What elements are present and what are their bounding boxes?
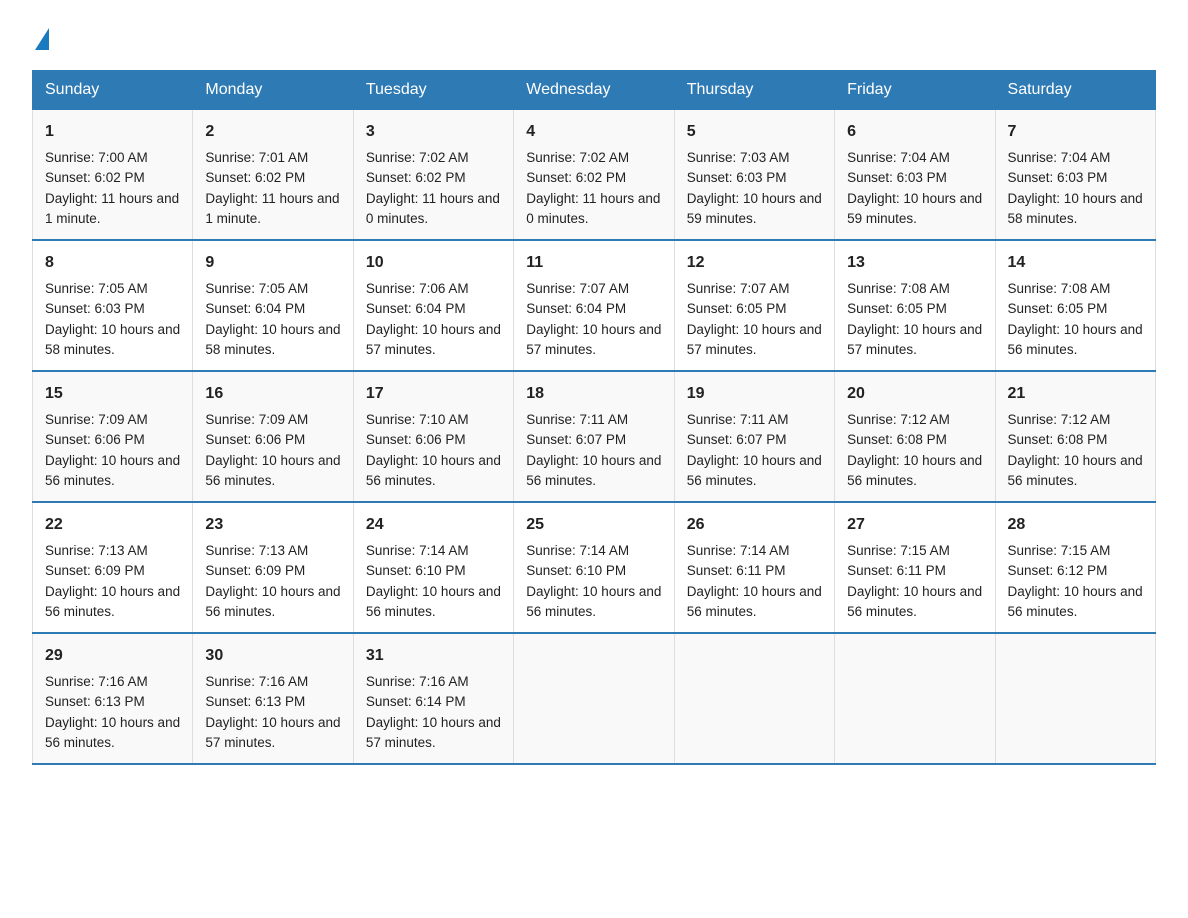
calendar-week-row: 29Sunrise: 7:16 AMSunset: 6:13 PMDayligh… bbox=[33, 633, 1156, 764]
page-header bbox=[32, 24, 1156, 50]
calendar-cell: 9Sunrise: 7:05 AMSunset: 6:04 PMDaylight… bbox=[193, 240, 353, 371]
column-header-sunday: Sunday bbox=[33, 71, 193, 110]
day-number: 13 bbox=[847, 251, 982, 275]
day-number: 6 bbox=[847, 120, 982, 144]
calendar-cell: 16Sunrise: 7:09 AMSunset: 6:06 PMDayligh… bbox=[193, 371, 353, 502]
calendar-cell: 22Sunrise: 7:13 AMSunset: 6:09 PMDayligh… bbox=[33, 502, 193, 633]
day-number: 8 bbox=[45, 251, 180, 275]
calendar-cell: 23Sunrise: 7:13 AMSunset: 6:09 PMDayligh… bbox=[193, 502, 353, 633]
calendar-cell bbox=[835, 633, 995, 764]
day-number: 21 bbox=[1008, 382, 1143, 406]
logo bbox=[32, 24, 49, 50]
day-number: 26 bbox=[687, 513, 822, 537]
calendar-cell: 4Sunrise: 7:02 AMSunset: 6:02 PMDaylight… bbox=[514, 110, 674, 241]
day-number: 11 bbox=[526, 251, 661, 275]
calendar-cell: 17Sunrise: 7:10 AMSunset: 6:06 PMDayligh… bbox=[353, 371, 513, 502]
calendar-cell: 6Sunrise: 7:04 AMSunset: 6:03 PMDaylight… bbox=[835, 110, 995, 241]
day-number: 18 bbox=[526, 382, 661, 406]
calendar-cell: 29Sunrise: 7:16 AMSunset: 6:13 PMDayligh… bbox=[33, 633, 193, 764]
calendar-cell: 5Sunrise: 7:03 AMSunset: 6:03 PMDaylight… bbox=[674, 110, 834, 241]
day-number: 29 bbox=[45, 644, 180, 668]
day-number: 10 bbox=[366, 251, 501, 275]
day-number: 5 bbox=[687, 120, 822, 144]
calendar-week-row: 15Sunrise: 7:09 AMSunset: 6:06 PMDayligh… bbox=[33, 371, 1156, 502]
day-number: 25 bbox=[526, 513, 661, 537]
day-number: 2 bbox=[205, 120, 340, 144]
calendar-table: SundayMondayTuesdayWednesdayThursdayFrid… bbox=[32, 70, 1156, 765]
calendar-cell: 2Sunrise: 7:01 AMSunset: 6:02 PMDaylight… bbox=[193, 110, 353, 241]
column-header-monday: Monday bbox=[193, 71, 353, 110]
calendar-cell: 1Sunrise: 7:00 AMSunset: 6:02 PMDaylight… bbox=[33, 110, 193, 241]
calendar-cell: 30Sunrise: 7:16 AMSunset: 6:13 PMDayligh… bbox=[193, 633, 353, 764]
calendar-cell: 28Sunrise: 7:15 AMSunset: 6:12 PMDayligh… bbox=[995, 502, 1155, 633]
calendar-cell: 18Sunrise: 7:11 AMSunset: 6:07 PMDayligh… bbox=[514, 371, 674, 502]
calendar-cell bbox=[995, 633, 1155, 764]
day-number: 30 bbox=[205, 644, 340, 668]
calendar-cell: 11Sunrise: 7:07 AMSunset: 6:04 PMDayligh… bbox=[514, 240, 674, 371]
day-number: 23 bbox=[205, 513, 340, 537]
column-header-tuesday: Tuesday bbox=[353, 71, 513, 110]
calendar-cell: 15Sunrise: 7:09 AMSunset: 6:06 PMDayligh… bbox=[33, 371, 193, 502]
column-header-friday: Friday bbox=[835, 71, 995, 110]
day-number: 15 bbox=[45, 382, 180, 406]
day-number: 17 bbox=[366, 382, 501, 406]
calendar-cell: 31Sunrise: 7:16 AMSunset: 6:14 PMDayligh… bbox=[353, 633, 513, 764]
day-number: 28 bbox=[1008, 513, 1143, 537]
calendar-cell bbox=[514, 633, 674, 764]
day-number: 1 bbox=[45, 120, 180, 144]
column-header-saturday: Saturday bbox=[995, 71, 1155, 110]
calendar-week-row: 8Sunrise: 7:05 AMSunset: 6:03 PMDaylight… bbox=[33, 240, 1156, 371]
calendar-cell: 7Sunrise: 7:04 AMSunset: 6:03 PMDaylight… bbox=[995, 110, 1155, 241]
day-number: 24 bbox=[366, 513, 501, 537]
day-number: 3 bbox=[366, 120, 501, 144]
day-number: 12 bbox=[687, 251, 822, 275]
calendar-cell bbox=[674, 633, 834, 764]
day-number: 27 bbox=[847, 513, 982, 537]
calendar-week-row: 22Sunrise: 7:13 AMSunset: 6:09 PMDayligh… bbox=[33, 502, 1156, 633]
calendar-cell: 24Sunrise: 7:14 AMSunset: 6:10 PMDayligh… bbox=[353, 502, 513, 633]
day-number: 7 bbox=[1008, 120, 1143, 144]
calendar-cell: 20Sunrise: 7:12 AMSunset: 6:08 PMDayligh… bbox=[835, 371, 995, 502]
calendar-cell: 3Sunrise: 7:02 AMSunset: 6:02 PMDaylight… bbox=[353, 110, 513, 241]
calendar-cell: 10Sunrise: 7:06 AMSunset: 6:04 PMDayligh… bbox=[353, 240, 513, 371]
column-header-wednesday: Wednesday bbox=[514, 71, 674, 110]
column-header-thursday: Thursday bbox=[674, 71, 834, 110]
calendar-cell: 13Sunrise: 7:08 AMSunset: 6:05 PMDayligh… bbox=[835, 240, 995, 371]
calendar-cell: 19Sunrise: 7:11 AMSunset: 6:07 PMDayligh… bbox=[674, 371, 834, 502]
day-number: 9 bbox=[205, 251, 340, 275]
day-number: 20 bbox=[847, 382, 982, 406]
day-number: 14 bbox=[1008, 251, 1143, 275]
calendar-cell: 12Sunrise: 7:07 AMSunset: 6:05 PMDayligh… bbox=[674, 240, 834, 371]
calendar-cell: 8Sunrise: 7:05 AMSunset: 6:03 PMDaylight… bbox=[33, 240, 193, 371]
logo-triangle-icon bbox=[35, 28, 49, 50]
calendar-header-row: SundayMondayTuesdayWednesdayThursdayFrid… bbox=[33, 71, 1156, 110]
calendar-cell: 21Sunrise: 7:12 AMSunset: 6:08 PMDayligh… bbox=[995, 371, 1155, 502]
calendar-week-row: 1Sunrise: 7:00 AMSunset: 6:02 PMDaylight… bbox=[33, 110, 1156, 241]
calendar-cell: 25Sunrise: 7:14 AMSunset: 6:10 PMDayligh… bbox=[514, 502, 674, 633]
day-number: 19 bbox=[687, 382, 822, 406]
day-number: 22 bbox=[45, 513, 180, 537]
calendar-cell: 26Sunrise: 7:14 AMSunset: 6:11 PMDayligh… bbox=[674, 502, 834, 633]
day-number: 4 bbox=[526, 120, 661, 144]
day-number: 31 bbox=[366, 644, 501, 668]
calendar-cell: 14Sunrise: 7:08 AMSunset: 6:05 PMDayligh… bbox=[995, 240, 1155, 371]
day-number: 16 bbox=[205, 382, 340, 406]
calendar-cell: 27Sunrise: 7:15 AMSunset: 6:11 PMDayligh… bbox=[835, 502, 995, 633]
